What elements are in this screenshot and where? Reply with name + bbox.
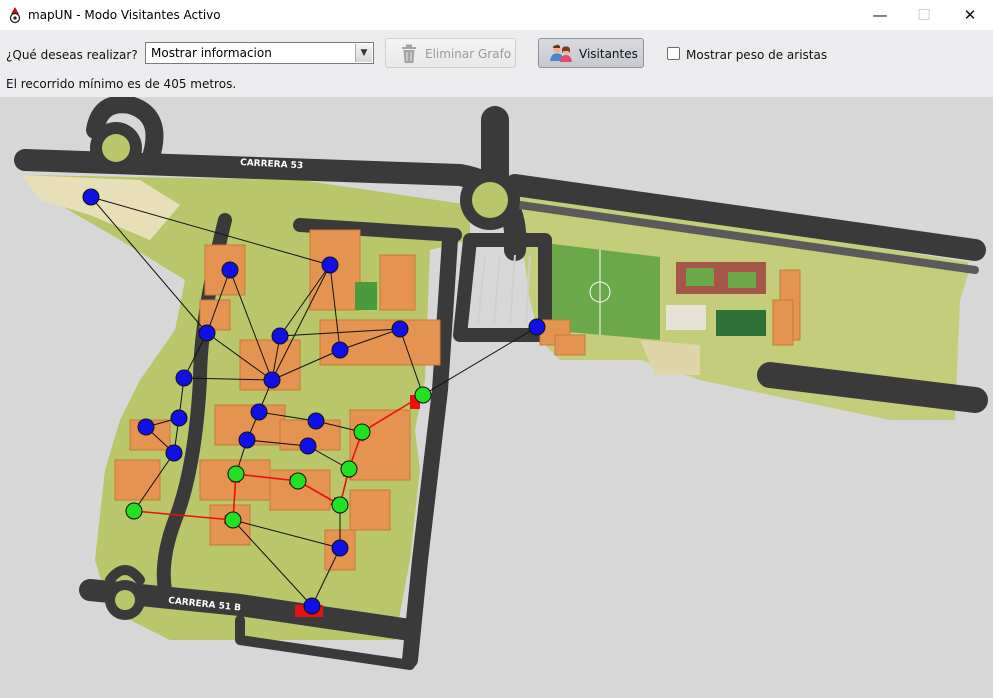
graph-node[interactable] xyxy=(331,341,349,359)
graph-node[interactable] xyxy=(170,409,188,427)
visitors-button[interactable]: Visitantes xyxy=(538,38,644,68)
graph-node[interactable] xyxy=(321,256,339,274)
graph-node[interactable] xyxy=(331,539,349,557)
trash-icon xyxy=(402,44,416,63)
map-pin-icon xyxy=(9,7,21,24)
minimize-button[interactable]: — xyxy=(857,0,903,30)
delete-graph-button[interactable]: Eliminar Grafo xyxy=(385,38,516,68)
graph-node[interactable] xyxy=(391,320,409,338)
graph-node[interactable] xyxy=(263,371,281,389)
graph-node[interactable] xyxy=(271,327,289,345)
graph-node[interactable] xyxy=(307,412,325,430)
delete-graph-button-label: Eliminar Grafo xyxy=(425,47,512,61)
graph-node[interactable] xyxy=(82,188,100,206)
route-node[interactable] xyxy=(353,423,371,441)
toolbar: ¿Qué deseas realizar? Mostrar informacio… xyxy=(0,30,993,97)
window-title: mapUN - Modo Visitantes Activo xyxy=(28,8,221,22)
visitors-button-label: Visitantes xyxy=(579,47,638,61)
graph-node[interactable] xyxy=(303,597,321,615)
graph-node[interactable] xyxy=(198,324,216,342)
chevron-down-icon[interactable]: ▼ xyxy=(355,44,372,62)
status-message: El recorrido mínimo es de 405 metros. xyxy=(6,77,237,91)
action-select-value: Mostrar informacion xyxy=(151,46,272,60)
action-question-label: ¿Qué deseas realizar? xyxy=(6,48,138,62)
title-bar: mapUN - Modo Visitantes Activo — ☐ ✕ xyxy=(0,0,993,30)
people-icon xyxy=(550,44,572,62)
campus-map-canvas[interactable]: CARRERA 53 CARRERA 51 B xyxy=(0,97,993,698)
graph-node[interactable] xyxy=(528,318,546,336)
maximize-button[interactable]: ☐ xyxy=(901,0,947,30)
close-button[interactable]: ✕ xyxy=(947,0,993,30)
graph-node[interactable] xyxy=(238,431,256,449)
graph-node[interactable] xyxy=(250,403,268,421)
route-node[interactable] xyxy=(227,465,245,483)
route-node[interactable] xyxy=(340,460,358,478)
route-node[interactable] xyxy=(289,472,307,490)
graph-node[interactable] xyxy=(137,418,155,436)
route-node[interactable] xyxy=(224,511,242,529)
parking-lines xyxy=(477,254,531,326)
action-select[interactable]: Mostrar informacion ▼ xyxy=(145,42,374,64)
graph-node[interactable] xyxy=(221,261,239,279)
graph-node[interactable] xyxy=(175,369,193,387)
route-node[interactable] xyxy=(331,496,349,514)
show-weights-label[interactable]: Mostrar peso de aristas xyxy=(686,48,827,62)
route-node[interactable] xyxy=(414,386,432,404)
route-node[interactable] xyxy=(125,502,143,520)
graph-node[interactable] xyxy=(165,444,183,462)
campus-map[interactable]: CARRERA 53 CARRERA 51 B xyxy=(0,97,993,698)
graph-node[interactable] xyxy=(299,437,317,455)
show-weights-checkbox[interactable] xyxy=(667,47,680,60)
